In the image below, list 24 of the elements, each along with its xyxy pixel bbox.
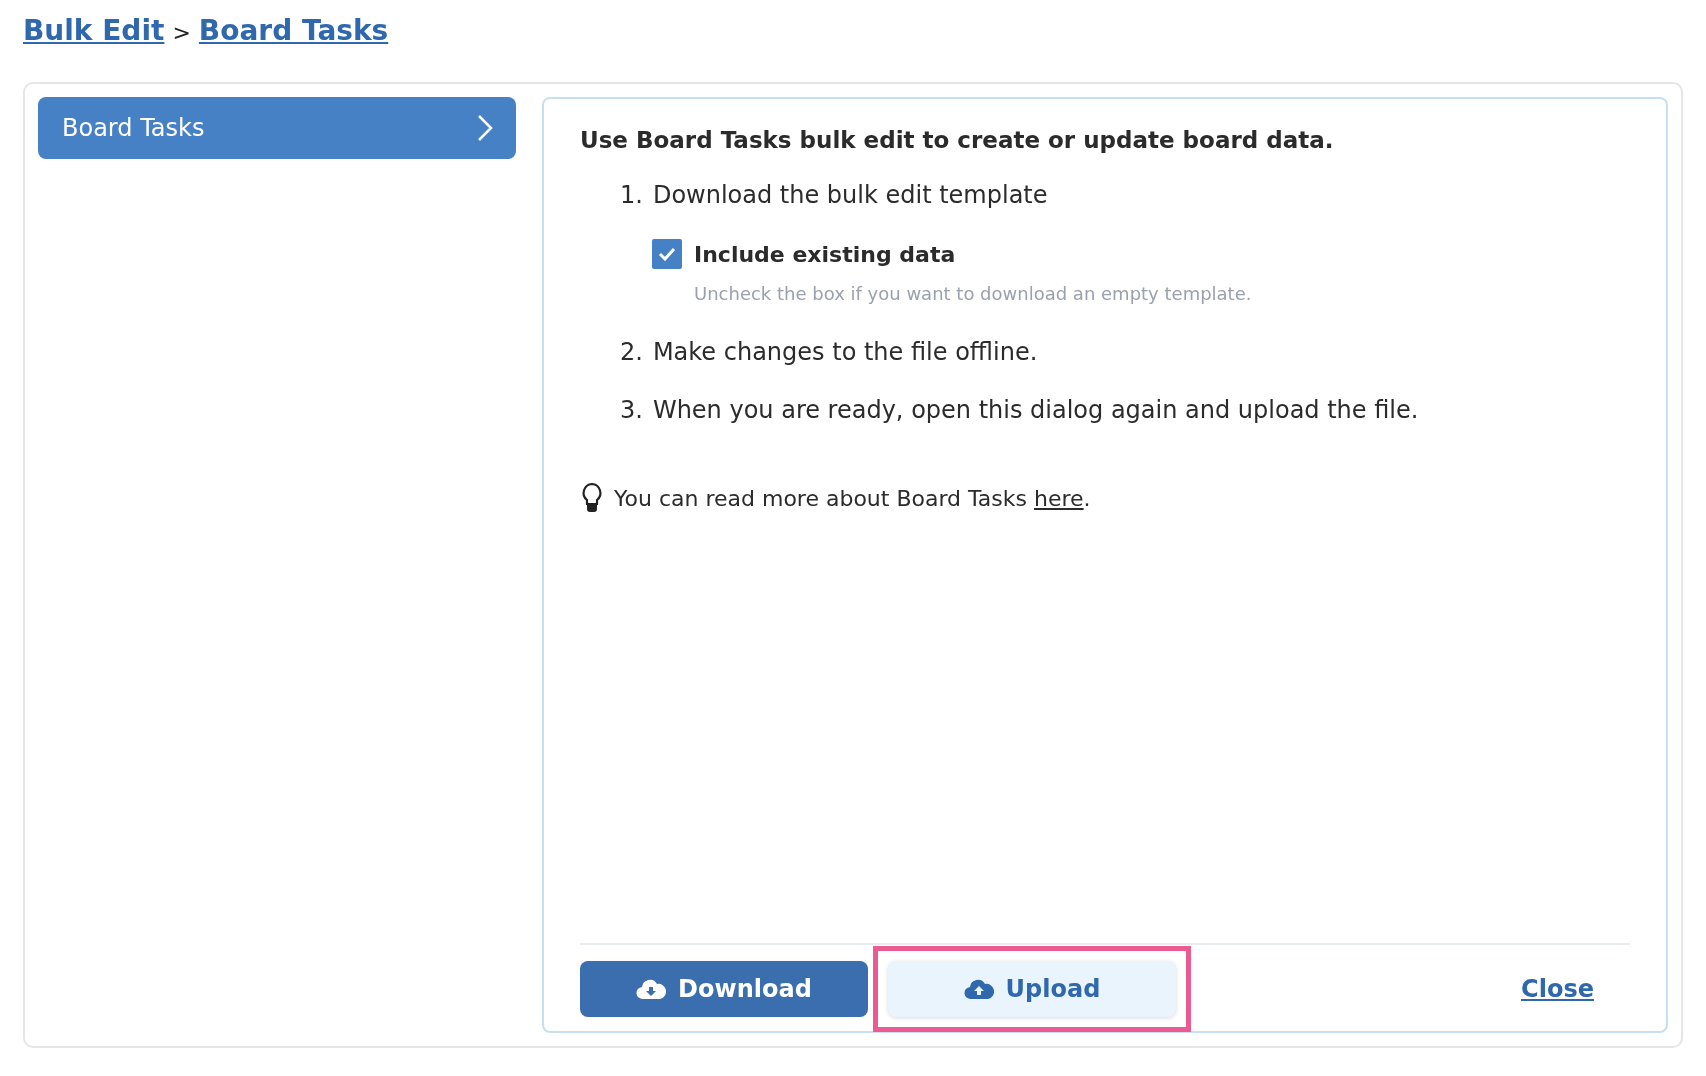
breadcrumb-separator: > xyxy=(172,20,191,45)
download-button[interactable]: Download xyxy=(580,961,868,1017)
check-icon xyxy=(658,247,676,261)
cloud-upload-icon xyxy=(963,977,994,1001)
step-number: 1. xyxy=(620,181,643,209)
here-link[interactable]: here xyxy=(1034,485,1084,511)
checkbox[interactable] xyxy=(652,239,682,269)
step-text: When you are ready, open this dialog again and upload the file. xyxy=(652,396,1419,424)
breadcrumb-link[interactable]: Bulk Edit xyxy=(23,14,165,47)
lightbulb-icon xyxy=(580,482,604,514)
cloud-download-icon xyxy=(636,977,667,1001)
chevron-right-icon xyxy=(476,114,494,142)
tip-text: You can read more about Board Tasks here. xyxy=(614,485,1091,511)
panel-heading: Use Board Tasks bulk edit to create or update board data. xyxy=(580,127,1335,153)
step-number: 3. xyxy=(620,396,643,424)
upload-button[interactable]: Upload xyxy=(888,961,1176,1017)
breadcrumb-link[interactable]: Board Tasks xyxy=(198,14,389,47)
step-number: 2. xyxy=(620,338,643,366)
sidebar-item[interactable]: Board Tasks xyxy=(38,97,516,159)
step-text: Download the bulk edit template xyxy=(652,181,1048,209)
close-button[interactable]: Close xyxy=(1485,961,1630,1017)
step-text: Make changes to the file offline. xyxy=(652,338,1038,366)
checkbox-label: Include existing data xyxy=(694,241,956,267)
checkbox-hint: Uncheck the box if you want to download an empty template. xyxy=(694,283,1253,304)
